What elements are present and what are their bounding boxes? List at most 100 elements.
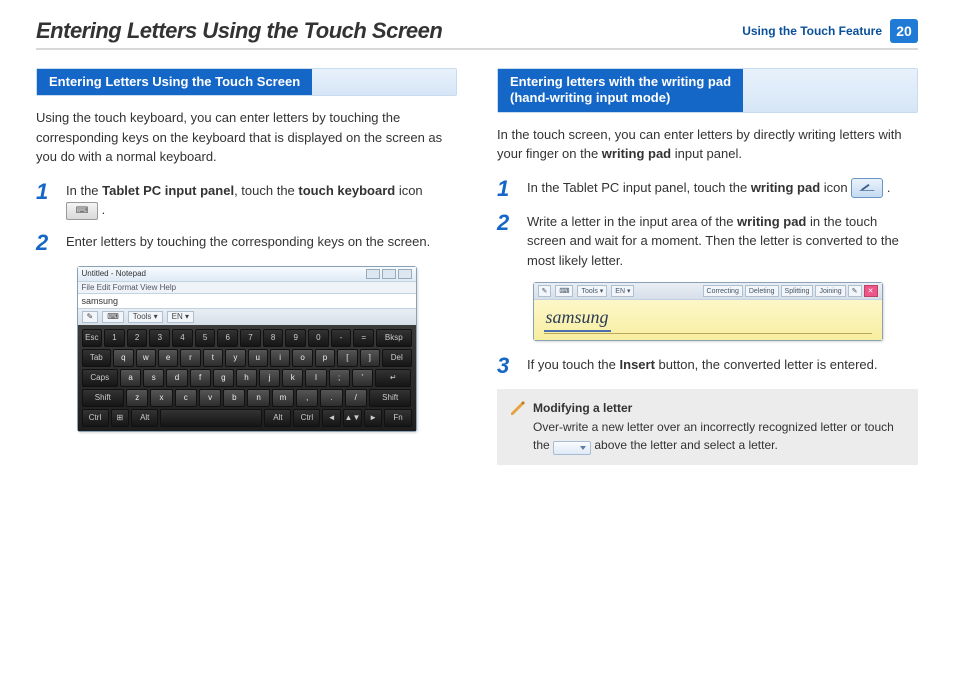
keyboard-key: b [223,389,245,407]
left-section-title: Entering Letters Using the Touch Screen [37,69,312,95]
right-intro: In the touch screen, you can enter lette… [497,125,918,164]
keyboard-key: r [180,349,200,367]
keyboard-key: w [136,349,156,367]
text: In the Tablet PC input panel, touch the [527,180,751,195]
onscreen-keyboard-illustration: Untitled - Notepad File Edit Format View… [77,266,417,432]
bold-text: writing pad [602,146,671,161]
action-deleting: Deleting [745,285,779,297]
keyboard-key: Ctrl [82,409,109,427]
keyboard-key: ⊞ [111,409,130,427]
keyboard-toolbar: ✎ ⌨ Tools ▾ EN ▾ [78,309,416,325]
toolbar-tool-icon: ✎ [848,285,862,297]
page-header: Entering Letters Using the Touch Screen … [36,18,918,50]
toolbar-keyboard-icon: ⌨ [555,285,573,297]
note-box: Modifying a letter Over-write a new lett… [497,389,918,465]
step-body: In the Tablet PC input panel, touch the … [527,178,918,200]
toolbar-handwriting-icon: ✎ [82,311,99,323]
notepad-titlebar: Untitled - Notepad [78,267,416,282]
keyboard-key: e [158,349,178,367]
bold-text: writing pad [751,180,820,195]
action-joining: Joining [815,285,845,297]
keyboard-key: j [259,369,280,387]
keyboard-key: k [282,369,303,387]
keyboard-key: t [203,349,223,367]
step-number: 1 [497,178,517,200]
handwriting-sample: samsung [544,304,611,332]
keyboard-key: ► [364,409,383,427]
keyboard-key: 2 [127,329,148,347]
text: If you touch the [527,357,620,372]
keyboard-key: h [236,369,257,387]
keyboard-key: 1 [104,329,125,347]
action-correcting: Correcting [703,285,743,297]
notepad-title: Untitled - Notepad [82,269,146,278]
right-step-1: 1 In the Tablet PC input panel, touch th… [497,178,918,200]
text: , touch the [234,183,298,198]
keyboard-key: c [175,389,197,407]
step-number: 3 [497,355,517,377]
keyboard-key: u [248,349,268,367]
step-number: 1 [36,181,56,220]
keyboard-keys: Esc1234567890-=Bksp Tabqwertyuiop[]Del C… [78,325,416,431]
step-body: Write a letter in the input area of the … [527,212,918,271]
step-number: 2 [36,232,56,254]
toolbar-handwriting-icon: ✎ [538,285,552,297]
toolbar-tools: Tools ▾ [128,311,163,323]
keyboard-key: / [345,389,367,407]
right-section-title: Entering letters with the writing pad (h… [498,69,743,112]
keyboard-key: Shift [369,389,412,407]
keyboard-key: x [150,389,172,407]
keyboard-key: 7 [240,329,261,347]
keyboard-key: q [113,349,133,367]
keyboard-key: f [190,369,211,387]
window-controls [366,269,412,279]
keyboard-key: l [305,369,326,387]
keyboard-key: ' [352,369,373,387]
keyboard-key: y [225,349,245,367]
keyboard-key: Del [382,349,412,367]
writing-pad-area: samsung [534,300,882,340]
keyboard-key: Caps [82,369,119,387]
keyboard-key: Shift [82,389,125,407]
text: icon [820,180,851,195]
left-step-1: 1 In the Tablet PC input panel, touch th… [36,181,457,220]
text: Write a letter in the input area of the [527,214,737,229]
bold-text: writing pad [737,214,806,229]
keyboard-key: Tab [82,349,112,367]
right-section-header: Entering letters with the writing pad (h… [497,68,918,113]
keyboard-key: Alt [131,409,158,427]
keyboard-key: ▲▼ [343,409,362,427]
writing-pad-icon [851,178,883,198]
step-number: 2 [497,212,517,271]
note-body: Modifying a letter Over-write a new lett… [533,399,906,455]
keyboard-key: , [296,389,318,407]
keyboard-key: p [315,349,335,367]
notepad-menu: File Edit Format View Help [78,282,416,294]
text: icon [395,183,422,198]
right-step-2: 2 Write a letter in the input area of th… [497,212,918,271]
action-splitting: Splitting [781,285,814,297]
keyboard-key: 5 [195,329,216,347]
keyboard-key: 9 [285,329,306,347]
keyboard-key: ; [329,369,350,387]
text: input panel. [671,146,742,161]
note-title: Modifying a letter [533,401,632,415]
keyboard-key: ◄ [322,409,341,427]
step-body: Enter letters by touching the correspond… [66,232,457,254]
keyboard-key [160,409,262,427]
keyboard-key: 6 [217,329,238,347]
letter-dropdown-icon [553,441,591,455]
step-body: In the Tablet PC input panel, touch the … [66,181,457,220]
left-section-header: Entering Letters Using the Touch Screen [36,68,457,96]
right-column: Entering letters with the writing pad (h… [497,68,918,465]
text: . [98,202,105,217]
page-number-badge: 20 [890,19,918,43]
touch-keyboard-icon: ⌨ [66,202,98,220]
bold-text: Tablet PC input panel [102,183,234,198]
bold-text: Insert [620,357,655,372]
note-icon [509,399,525,415]
keyboard-key: o [292,349,312,367]
keyboard-key: 3 [149,329,170,347]
keyboard-key: ] [360,349,380,367]
keyboard-key: v [199,389,221,407]
